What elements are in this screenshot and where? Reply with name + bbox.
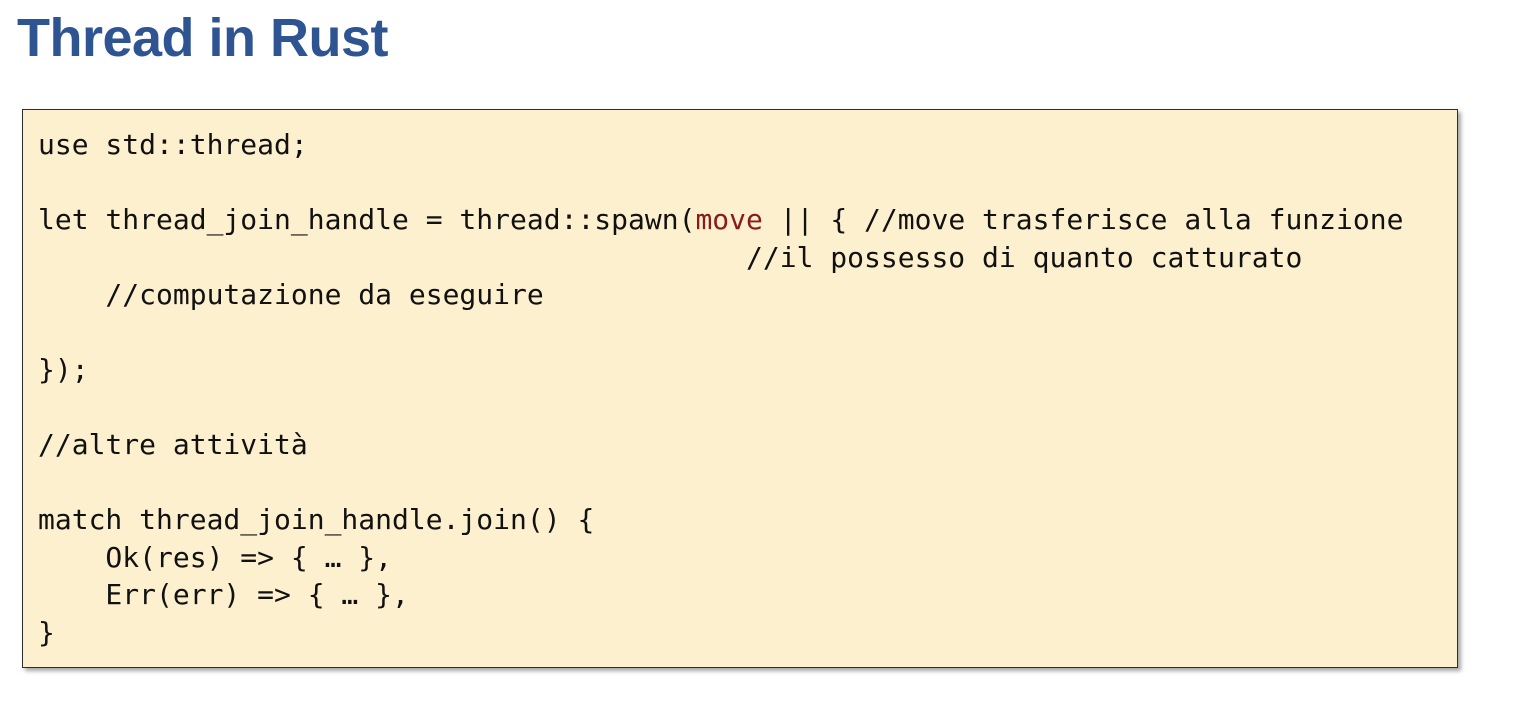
slide-title: Thread in Rust [17, 8, 389, 68]
code-line-5: //computazione da eseguire [38, 278, 544, 311]
code-line-13: Err(err) => { … }, [38, 578, 409, 611]
code-line-11: match thread_join_handle.join() { [38, 503, 595, 536]
code-listing: use std::thread;let thread_join_handle =… [38, 126, 1403, 651]
code-line-4: //il possesso di quanto catturato [38, 240, 1303, 274]
code-line-3-suffix: || { //move trasferisce alla funzione [762, 203, 1404, 236]
code-line-7: }); [38, 353, 89, 386]
code-line-3-prefix: let thread_join_handle = thread::spawn( [38, 203, 696, 236]
code-line-1: use std::thread; [38, 128, 308, 161]
code-line-12: Ok(res) => { … }, [38, 540, 393, 574]
code-line-9: //altre attività [38, 428, 308, 461]
code-line-3: let thread_join_handle = thread::spawn(m… [38, 201, 1403, 239]
slide: Thread in Rust use std::thread;let threa… [0, 0, 1532, 702]
code-block: use std::thread;let thread_join_handle =… [22, 109, 1458, 668]
move-keyword: move [695, 203, 763, 236]
code-line-14: } [38, 615, 55, 649]
